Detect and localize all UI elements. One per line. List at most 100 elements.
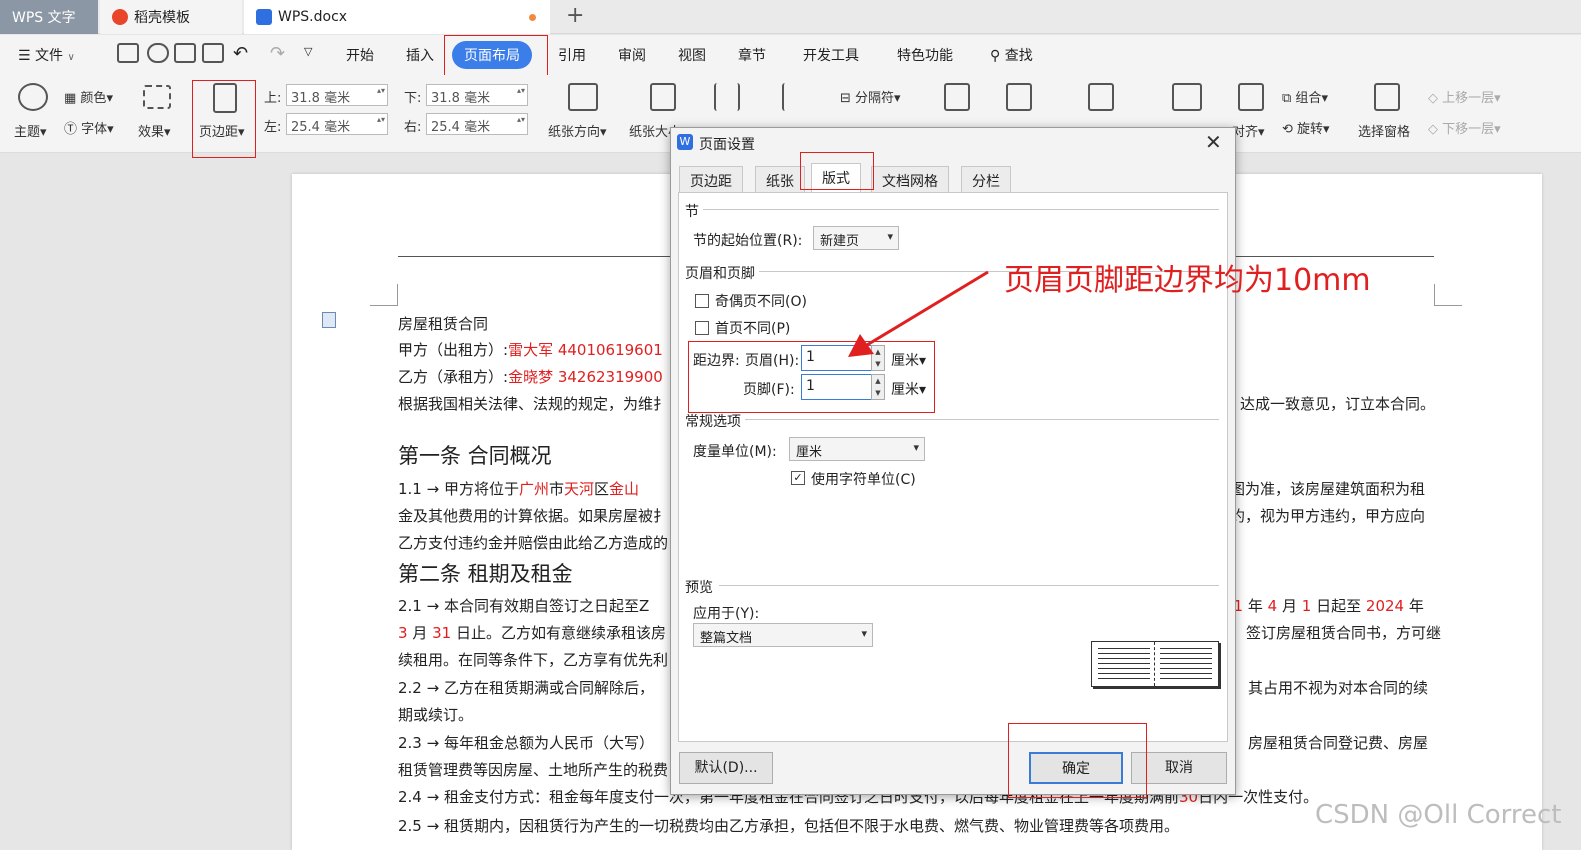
first-page-checkbox[interactable] xyxy=(695,321,709,335)
odd-even-checkbox[interactable] xyxy=(695,294,709,308)
menu-view[interactable]: 视图 xyxy=(678,45,706,65)
text-wrap-icon[interactable] xyxy=(1172,83,1202,111)
right-margin-label: 右: xyxy=(404,120,422,135)
top-margin-label: 上: xyxy=(264,91,282,106)
clause-text: 日止。乙方如有意继续承租该房 xyxy=(456,624,667,642)
paper-size-icon[interactable] xyxy=(650,83,676,111)
dialog-title-bar[interactable]: W 页面设置 ✕ xyxy=(671,128,1235,156)
background-icon[interactable] xyxy=(944,83,970,111)
orientation-icon[interactable] xyxy=(568,83,598,111)
district-value: 天河 xyxy=(564,480,595,498)
bottom-margin-field[interactable]: 31.8 毫米 xyxy=(426,84,528,106)
clause-number: 2.5 xyxy=(398,817,422,835)
tab-wps-writer[interactable]: WPS 文字 xyxy=(0,0,98,34)
tab-label: 稻壳模板 xyxy=(134,10,190,26)
top-margin-field[interactable]: 31.8 毫米 xyxy=(286,84,388,106)
theme-palette-icon[interactable] xyxy=(18,83,48,111)
dialog-tab-paper[interactable]: 纸张 xyxy=(755,166,805,192)
menu-sections[interactable]: 章节 xyxy=(738,45,766,65)
clause-1-1-line2: 金及其他费用的计算依据。如果房屋被扌 xyxy=(398,507,669,525)
clause-text: 月 xyxy=(412,624,428,642)
orientation-label: 纸张方向 xyxy=(548,125,601,140)
char-unit-label: 使用字符单位(C) xyxy=(811,472,916,488)
clause-2-1-right: 21 年 4 月 1 日起至 2024 年 xyxy=(1224,595,1424,616)
group-icon: ⧉ xyxy=(1282,91,1296,106)
apply-to-label: 应用于(Y): xyxy=(693,606,760,622)
doc-outline-icon[interactable] xyxy=(322,312,336,328)
print-icon[interactable] xyxy=(174,43,196,63)
measure-unit-select[interactable]: 厘米 xyxy=(789,437,925,461)
header-footer-heading: 页眉和页脚 xyxy=(685,263,759,283)
margin-corner-mark xyxy=(370,284,398,306)
file-menu[interactable]: ☰ 文件 ∨ xyxy=(18,45,75,65)
apply-to-select[interactable]: 整篇文档 xyxy=(693,623,873,647)
dialog-title: 页面设置 xyxy=(699,137,755,153)
page-border-icon[interactable] xyxy=(1006,83,1032,111)
chevron-down-icon: ∨ xyxy=(67,52,75,63)
manuscript-icon[interactable] xyxy=(1088,83,1114,111)
right-margin-field[interactable]: 25.4 毫米 xyxy=(426,113,528,135)
color-button[interactable]: ▦ 颜色▾ xyxy=(64,87,113,106)
menu-start[interactable]: 开始 xyxy=(346,45,374,65)
redo-icon[interactable]: ↷ xyxy=(270,43,285,64)
dialog-tab-columns[interactable]: 分栏 xyxy=(961,166,1011,192)
clause-2-5: 2.5 → 租赁期内，因租赁行为产生的一切税费均由乙方承担，包括但不限于水电费、… xyxy=(398,817,1179,835)
annotation-text: 页眉页脚距边界均为10mm xyxy=(1004,263,1371,298)
docer-icon xyxy=(112,9,128,25)
article-1-heading: 第一条 合同概况 xyxy=(398,444,552,468)
menu-insert[interactable]: 插入 xyxy=(406,45,434,65)
effect-icon[interactable] xyxy=(143,85,171,109)
save-icon[interactable] xyxy=(117,43,139,63)
selection-pane-icon[interactable] xyxy=(1374,83,1400,111)
align-icon[interactable] xyxy=(1238,83,1264,111)
group-button[interactable]: ⧉ 组合▾ xyxy=(1282,87,1328,106)
bring-forward-label: 上移一层 xyxy=(1442,91,1495,106)
tab-document[interactable]: WPS.docx xyxy=(244,0,550,34)
menu-references[interactable]: 引用 xyxy=(558,45,586,65)
city-value: 广州 xyxy=(518,480,549,498)
orientation-button[interactable]: 纸张方向▾ xyxy=(548,121,607,140)
selection-pane-button[interactable]: 选择窗格 xyxy=(1358,121,1410,140)
char-unit-checkbox[interactable]: ✓ xyxy=(791,471,805,485)
dialog-tab-doc-grid[interactable]: 文档网格 xyxy=(871,166,949,192)
font-button[interactable]: Ⓣ 字体▾ xyxy=(64,118,114,137)
columns-icon[interactable] xyxy=(714,83,740,111)
wps-writer-icon: W xyxy=(677,134,693,150)
clause-number: 2.2 xyxy=(398,679,422,697)
menu-bar: ☰ 文件 ∨ ↶ ↷ ▽ 开始 插入 页面布局 引用 审阅 视图 章节 开发工具… xyxy=(0,35,1581,75)
left-margin-label: 左: xyxy=(264,120,282,135)
text-direction-icon[interactable] xyxy=(782,83,808,111)
layers-down-icon: ◇ xyxy=(1428,122,1443,137)
section-start-select[interactable]: 新建页 xyxy=(813,226,899,250)
margin-corner-mark xyxy=(1434,284,1462,306)
send-backward-button[interactable]: ◇ 下移一层▾ xyxy=(1428,118,1501,137)
menu-find[interactable]: ⚲ 查找 xyxy=(990,45,1033,65)
bring-forward-button[interactable]: ◇ 上移一层▾ xyxy=(1428,87,1501,106)
undo-icon[interactable]: ↶ xyxy=(233,43,248,64)
dialog-tab-margins[interactable]: 页边距 xyxy=(679,166,743,192)
left-margin-field[interactable]: 25.4 毫米 xyxy=(286,113,388,135)
theme-button[interactable]: 主题▾ xyxy=(14,121,47,140)
quick-access-dropdown-icon[interactable]: ▽ xyxy=(304,45,312,58)
share-icon[interactable] xyxy=(147,43,169,63)
clause-2-3-line2: 租赁管理费等因房屋、土地所产生的税费 xyxy=(398,761,669,779)
highlight-ok-button xyxy=(1008,723,1147,798)
print-preview-icon[interactable] xyxy=(202,43,224,63)
rotate-button[interactable]: ⟲ 旋转▾ xyxy=(1282,118,1330,137)
clause-1-1-right: 图为准，该房屋建筑面积为租 xyxy=(1230,480,1426,498)
clause-text: 本合同有效期自签订之日起至Z xyxy=(443,597,650,615)
effect-button[interactable]: 效果▾ xyxy=(138,121,171,140)
highlight-layout-tab xyxy=(800,152,874,190)
align-button[interactable]: 对齐▾ xyxy=(1232,121,1265,140)
new-tab-button[interactable]: + xyxy=(566,3,584,28)
tab-templates[interactable]: 稻壳模板 xyxy=(100,0,242,34)
menu-special-features[interactable]: 特色功能 xyxy=(897,45,953,65)
close-icon[interactable]: ✕ xyxy=(1205,130,1222,154)
clause-text: 甲方将位于 xyxy=(443,480,519,498)
menu-review[interactable]: 审阅 xyxy=(618,45,646,65)
menu-developer[interactable]: 开发工具 xyxy=(803,45,859,65)
default-button[interactable]: 默认(D)... xyxy=(679,752,773,784)
hamburger-icon: ☰ xyxy=(18,48,36,64)
clause-2-3-right: 房屋租赁合同登记费、房屋 xyxy=(1248,734,1429,752)
breaks-button[interactable]: ⊟ 分隔符▾ xyxy=(840,87,901,106)
